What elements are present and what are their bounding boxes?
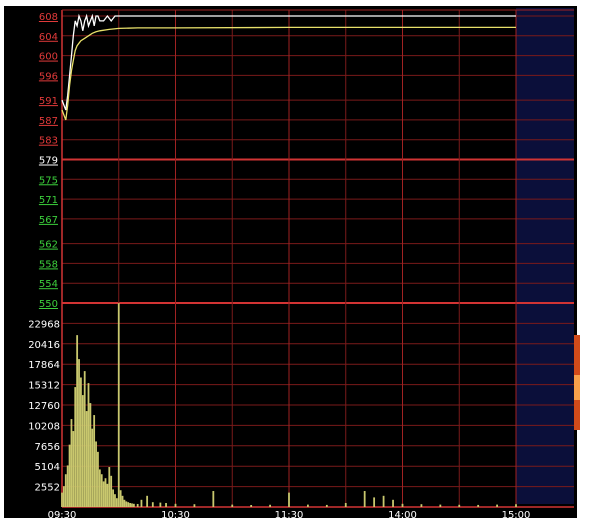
volume-bar [496,504,498,507]
price-tick-label: 591 [39,96,58,107]
volume-bar [91,428,94,507]
volume-bar [64,474,67,507]
volume-bar [373,497,376,507]
volume-bar [127,502,130,507]
volume-tick-label: 15312 [28,381,60,392]
volume-bar [125,501,128,507]
volume-bar [231,504,234,507]
volume-bar [66,465,69,507]
volume-bar [193,504,196,507]
volume-bar [74,387,77,507]
volume-bar [61,492,63,507]
price-tick-label: 550 [39,299,58,310]
volume-bar [123,499,126,507]
volume-bar [136,503,139,507]
volume-tick-label: 12760 [28,401,60,412]
volume-tick-label: 7656 [35,442,60,453]
volume-bar [382,495,385,507]
volume-bar [112,489,114,507]
volume-bar [132,503,135,507]
volume-bar [458,504,461,507]
volume-bar [70,419,73,507]
volume-bar [363,491,366,507]
price-tick-label: 604 [39,32,58,43]
volume-bar [212,491,215,507]
volume-bar [420,504,423,507]
after-hours-shade [516,8,574,504]
volume-bar [78,359,80,507]
price-tick-label: 575 [39,175,58,186]
volume-tick-label: 22968 [28,319,60,330]
volume-tick-label: 10208 [28,421,60,432]
volume-tick-label: 5104 [35,462,60,473]
volume-bar [439,504,442,507]
price-tick-label: 567 [39,215,58,226]
volume-bar [129,503,131,507]
time-tick-label: 11:30 [275,510,304,521]
volume-bar [102,481,105,507]
time-tick-label: 09:30 [48,510,77,521]
volume-bar [288,492,290,507]
time-tick-label: 10:30 [161,510,190,521]
intraday-chart: 608 604 600 596 591 587 583 579 575 571 567 562 558 5… [0,0,589,524]
volume-bar [87,383,90,507]
volume-bar [515,504,517,507]
time-tick-label: 15:00 [502,510,531,521]
price-tick-label: 596 [39,71,58,82]
volume-bar [81,395,84,507]
volume-bar [269,504,271,507]
volume-bar [95,441,97,507]
volume-bar [89,403,92,507]
volume-bar [121,495,124,507]
volume-color-bar-highlight [574,375,580,400]
volume-bar [146,495,149,507]
volume-tick-label: 20416 [28,340,60,351]
volume-bar [106,483,109,507]
volume-bar [100,474,103,507]
price-tick-label: 600 [39,52,58,63]
volume-bar [93,415,96,507]
volume-tick-label: 2552 [35,483,60,494]
volume-bar [85,411,88,507]
volume-bar [68,444,71,507]
price-tick-label: 579 [39,156,58,167]
price-tick-label: 587 [39,116,58,127]
volume-bar [97,451,99,507]
volume-bar [325,504,328,507]
price-tick-label: 583 [39,136,58,147]
volume-bar [250,505,253,507]
volume-bar [307,504,309,507]
volume-bar [117,303,120,507]
volume-bar [131,503,133,507]
volume-bar [165,503,167,507]
price-tick-label: 608 [39,12,58,23]
volume-bar [83,371,86,507]
volume-tick-label: 17864 [28,360,60,371]
volume-bar [104,478,107,507]
volume-bar [115,498,118,507]
volume-bar [76,335,79,507]
volume-bar [174,503,177,507]
volume-bar [401,503,404,507]
volume-bar [392,499,394,507]
price-tick-label: 571 [39,195,58,206]
volume-bar [72,431,75,507]
price-tick-label: 554 [39,279,58,290]
volume-bar [110,475,113,507]
volume-bar [80,377,82,507]
price-tick-label: 562 [39,240,58,251]
volume-bar [98,469,101,507]
volume-bar [159,502,162,507]
volume-bar [119,490,122,507]
volume-bar [108,467,111,507]
volume-bar [140,499,143,507]
time-tick-label: 14:00 [388,510,417,521]
price-tick-label: 558 [39,259,58,270]
volume-bar [477,504,480,507]
volume-bar [344,503,347,507]
volume-bar [151,502,154,507]
volume-bar [114,494,116,507]
volume-bar [62,486,65,507]
